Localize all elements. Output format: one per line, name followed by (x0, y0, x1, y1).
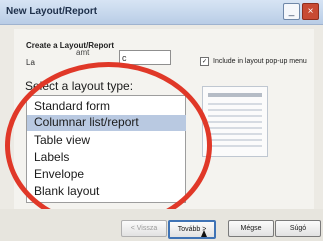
preview-line (208, 103, 262, 105)
include-in-popup-label: Include in layout pop-up menu (213, 58, 307, 65)
close-button[interactable]: × (302, 3, 319, 20)
help-button[interactable]: Súgó (275, 220, 321, 237)
preview-header-line (208, 93, 262, 97)
titlebar: New Layout/Report _ × (0, 0, 323, 25)
next-button[interactable]: Tovább > (168, 220, 216, 239)
layout-type-table-view[interactable]: Table view (34, 133, 90, 147)
cursor-icon (201, 230, 207, 237)
preview-line (208, 145, 262, 147)
check-icon: ✓ (201, 58, 208, 65)
layout-name-label: La (26, 58, 35, 67)
preview-line (208, 115, 262, 117)
select-layout-type-label: Select a layout type: (25, 79, 134, 93)
layout-type-blank-layout[interactable]: Blank layout (34, 184, 99, 198)
preview-line (208, 133, 262, 135)
layout-type-columnar-list-report[interactable]: Columnar list/report (27, 115, 186, 131)
new-layout-report-dialog: New Layout/Report _ × Create a Layout/Re… (0, 0, 323, 241)
layout-type-standard-form[interactable]: Standard form (34, 99, 110, 113)
back-button[interactable]: < Vissza (121, 220, 167, 237)
preview-line (208, 121, 262, 123)
cancel-button[interactable]: Mégse (228, 220, 274, 237)
preview-line (208, 109, 262, 111)
window-title: New Layout/Report (6, 6, 98, 17)
layout-preview-icon (202, 86, 268, 157)
preview-line (208, 127, 262, 129)
layout-name-input[interactable] (119, 50, 171, 65)
window-controls: _ × (283, 3, 319, 20)
preview-line (208, 139, 262, 141)
create-layout-label: Create a Layout/Report (26, 41, 115, 50)
layout-type-envelope[interactable]: Envelope (34, 167, 84, 181)
layout-name-partial-text: amt (76, 48, 90, 57)
minimize-button[interactable]: _ (283, 3, 300, 20)
layout-type-list[interactable]: Standard form Columnar list/report Table… (26, 95, 186, 203)
include-in-popup-checkbox[interactable]: ✓ (200, 57, 209, 66)
include-in-popup-option[interactable]: ✓ Include in layout pop-up menu (200, 57, 307, 66)
layout-type-labels[interactable]: Labels (34, 150, 69, 164)
